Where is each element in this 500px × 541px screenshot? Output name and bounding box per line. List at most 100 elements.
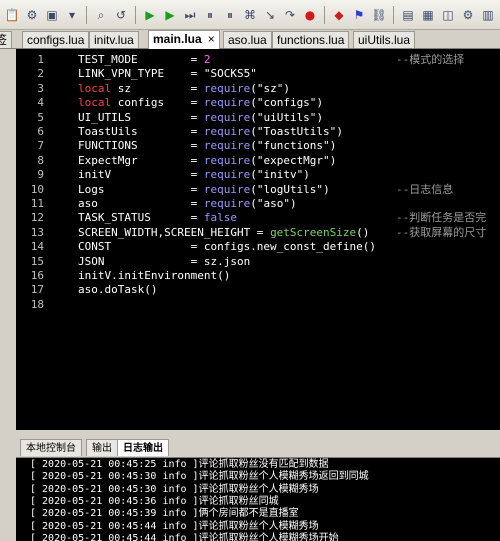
close-icon[interactable]: × <box>208 32 215 46</box>
log-line: [ 2020-05-21 00:45:30 info ]评论抓取粉丝个人模糊秀场 <box>30 483 319 495</box>
left-strip <box>0 49 16 541</box>
code-line[interactable]: 9 initV = require("initv") <box>16 168 500 182</box>
tab-fragment[interactable]: 签 <box>0 31 12 48</box>
tab-main[interactable]: main.lua × <box>148 30 220 49</box>
code-text[interactable]: TEST_MODE = 2 <box>78 53 210 67</box>
line-number: 7 <box>37 139 44 153</box>
dropdown-icon[interactable]: ▾ <box>64 7 80 23</box>
compile-icon[interactable]: ⚙ <box>24 7 40 23</box>
code-line[interactable]: 17 aso.doTask() <box>16 283 500 297</box>
tab-aso[interactable]: aso.lua <box>223 31 272 48</box>
code-text[interactable]: ToastUils = require("ToastUtils") <box>78 125 343 139</box>
log-line: [ 2020-05-21 00:45:36 info ]评论抓取粉丝同城 <box>30 495 279 507</box>
code-line[interactable]: 11 aso = require("aso") <box>16 197 500 211</box>
screen-icon[interactable]: ▦ <box>420 7 436 23</box>
breakpoint-icon[interactable]: ◆ <box>331 7 347 23</box>
code-text[interactable]: initV.initEnvironment() <box>78 269 230 283</box>
code-text[interactable]: UI_UTILS = require("uiUtils") <box>78 111 323 125</box>
code-line[interactable]: 2 LINK_VPN_TYPE = "SOCKS5" <box>16 67 500 81</box>
layout-icon[interactable]: ◫ <box>440 7 456 23</box>
code-text[interactable]: aso = require("aso") <box>78 197 297 211</box>
tab-output[interactable]: 输出 <box>86 439 118 456</box>
code-line[interactable]: 14 CONST = configs.new_const_define() <box>16 240 500 254</box>
log-line: [ 2020-05-21 00:45:39 info ]俩个房间都不是直播室 <box>30 508 299 520</box>
code-comment: --获取屏幕的尺寸 <box>396 225 487 239</box>
code-line[interactable]: 6 ToastUils = require("ToastUtils") <box>16 125 500 139</box>
stop-icon[interactable]: ● <box>302 7 318 23</box>
tab-local-console[interactable]: 本地控制台 <box>20 439 82 456</box>
device-icon[interactable]: ▤ <box>400 7 416 23</box>
pause-alt-icon[interactable]: ⏸ <box>222 7 238 23</box>
toolbar-separator <box>135 5 136 24</box>
tab-log-output[interactable]: 日志输出 <box>117 439 169 456</box>
network-icon[interactable]: ⛓ <box>371 7 387 23</box>
code-text[interactable]: LINK_VPN_TYPE = "SOCKS5" <box>78 67 257 81</box>
code-line[interactable]: 13 SCREEN_WIDTH,SCREEN_HEIGHT = getScreen… <box>16 226 500 240</box>
panel-icon[interactable]: ▥ <box>480 7 496 23</box>
code-line[interactable]: 10 Logs = require("logUtils") --日志信息 <box>16 183 500 197</box>
line-number: 6 <box>37 125 44 138</box>
bookmark-icon[interactable]: ⚑ <box>351 7 367 23</box>
toolbar-separator <box>86 5 87 24</box>
tab-functions[interactable]: functions.lua <box>272 31 350 48</box>
code-comment: --模式的选择 <box>396 53 465 66</box>
code-line[interactable]: 8 ExpectMgr = require("expectMgr") <box>16 154 500 168</box>
log-line: [ 2020-05-21 00:45:25 info ]评论抓取粉丝没有匹配到数… <box>30 459 329 470</box>
tab-label: aso.lua <box>228 33 267 47</box>
tab-configs[interactable]: configs.lua <box>22 31 90 48</box>
code-editor[interactable]: 1 TEST_MODE = 2 --模式的选择 2 LINK_VPN_TYPE = "S… <box>16 49 500 430</box>
window-icon[interactable]: ▣ <box>44 7 60 23</box>
settings-icon[interactable]: ⚙ <box>460 7 476 23</box>
line-number: 4 <box>37 96 44 110</box>
code-line[interactable]: 7 FUNCTIONS = require("functions") <box>16 139 500 153</box>
tab-fragment-label: 签 <box>0 33 8 47</box>
line-number: 13 <box>30 225 44 239</box>
replace-icon[interactable]: ↺ <box>113 7 129 23</box>
code-text[interactable]: JSON = sz.json <box>78 255 250 269</box>
line-number: 8 <box>37 153 44 167</box>
code-text[interactable]: Logs = require("logUtils") <box>78 183 330 197</box>
paste-icon[interactable]: 📋 <box>4 7 20 23</box>
code-text[interactable]: ExpectMgr = require("expectMgr") <box>78 154 336 168</box>
code-line[interactable]: 3 local sz = require("sz") <box>16 82 500 96</box>
play-icon[interactable]: ▶ <box>162 7 178 23</box>
step-icon[interactable]: ⏭ <box>182 7 198 23</box>
tab-label: initv.lua <box>94 33 134 47</box>
code-text[interactable]: TASK_STATUS = false <box>78 211 237 225</box>
log-console[interactable]: [ 2020-05-21 00:45:25 info ]评论抓取粉丝没有匹配到数… <box>16 458 500 541</box>
splitter[interactable] <box>16 430 500 437</box>
code-text[interactable]: initV = require("initv") <box>78 168 310 182</box>
code-comment: --判断任务是否完 <box>396 211 487 225</box>
code-text[interactable]: aso.doTask() <box>78 283 157 297</box>
tab-initv[interactable]: initv.lua <box>89 31 139 48</box>
toolbar: 📋 ⚙ ▣ ▾ ⌕ ↺ ▶ ▶ ⏭ ⏸ ⏸ ⌘ ↘ ↷ ● ◆ ⚑ ⛓ ▤ ▦ ◫ ⚙ ▥ <box>0 0 500 30</box>
pause-icon[interactable]: ⏸ <box>202 7 218 23</box>
line-number: 10 <box>30 182 44 196</box>
code-line[interactable]: 18 <box>16 298 500 312</box>
step-into-icon[interactable]: ↘ <box>262 7 278 23</box>
code-text[interactable]: local configs = require("configs") <box>78 96 323 110</box>
debug-icon[interactable]: ⌘ <box>242 7 258 23</box>
code-text[interactable]: local sz = require("sz") <box>78 82 290 96</box>
code-line[interactable]: 1 TEST_MODE = 2 --模式的选择 <box>16 53 500 67</box>
tab-label: uiUtils.lua <box>358 33 411 47</box>
code-text[interactable]: CONST = configs.new_const_define() <box>78 240 376 254</box>
step-over-icon[interactable]: ↷ <box>282 7 298 23</box>
code-line[interactable]: 4 local configs = require("configs") <box>16 96 500 110</box>
code-line[interactable]: 5 UI_UTILS = require("uiUtils") <box>16 111 500 125</box>
code-line[interactable]: 12 TASK_STATUS = false --判断任务是否完 <box>16 211 500 225</box>
code-text[interactable]: FUNCTIONS = require("functions") <box>78 139 336 153</box>
editor-tab-bar: 签 configs.lua initv.lua main.lua × aso.lu… <box>0 30 500 49</box>
toolbar-separator <box>393 5 394 24</box>
tab-label: 本地控制台 <box>26 443 76 454</box>
toolbar-separator <box>324 5 325 24</box>
run-icon[interactable]: ▶ <box>142 7 158 23</box>
line-number: 9 <box>37 168 44 182</box>
tab-label: 日志输出 <box>123 443 163 454</box>
code-line[interactable]: 16 initV.initEnvironment() <box>16 269 500 283</box>
line-number: 14 <box>30 240 44 254</box>
search-icon[interactable]: ⌕ <box>93 7 109 23</box>
code-text[interactable]: SCREEN_WIDTH,SCREEN_HEIGHT = getScreenSi… <box>78 226 369 240</box>
tab-uiutils[interactable]: uiUtils.lua <box>353 31 416 48</box>
code-line[interactable]: 15 JSON = sz.json <box>16 255 500 269</box>
